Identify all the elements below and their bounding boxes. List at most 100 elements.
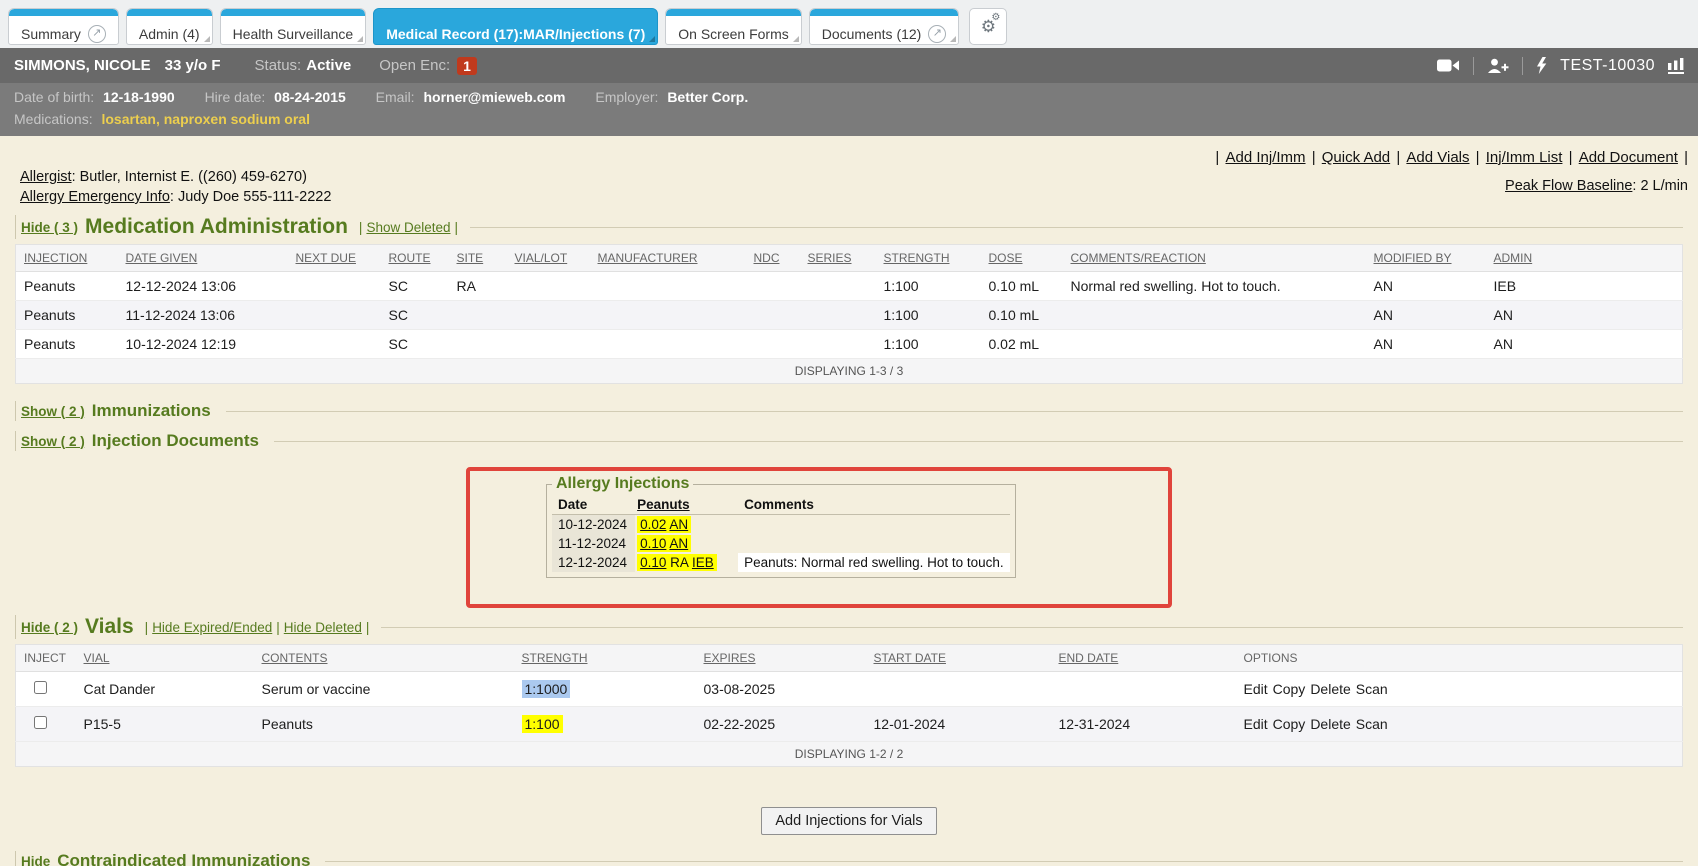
col-ndc[interactable]: NDC (746, 245, 800, 272)
patient-id: TEST-10030 (1560, 57, 1655, 75)
dose-link[interactable]: 0.10 (640, 555, 666, 570)
cell-ndc (746, 330, 800, 359)
col-next-due[interactable]: NEXT DUE (288, 245, 381, 272)
open-encounter-badge[interactable]: 1 (457, 57, 477, 75)
edit-action[interactable]: Edit (1244, 716, 1268, 732)
add-document-link[interactable]: Add Document (1579, 149, 1678, 166)
col-dose[interactable]: DOSE (981, 245, 1063, 272)
lightning-bolt-icon[interactable] (1536, 57, 1547, 74)
cell-strength: 1:100 (876, 330, 981, 359)
med-admin-hide-toggle[interactable]: Hide ( 3 ) (21, 220, 78, 235)
allergy-date: 11-12-2024 (552, 534, 635, 553)
allergy-col-peanuts-link[interactable]: Peanuts (637, 497, 690, 512)
tab-health-surveillance[interactable]: Health Surveillance (220, 8, 367, 45)
bar-chart-icon[interactable] (1668, 58, 1684, 74)
tab-color-strip (9, 9, 118, 16)
patient-name: SIMMONS, NICOLE (14, 57, 151, 74)
delete-action[interactable]: Delete (1310, 681, 1350, 697)
add-person-icon[interactable] (1487, 58, 1509, 74)
col-inject: INJECT (16, 645, 76, 672)
cell-manufacturer (590, 301, 746, 330)
separator: | (1312, 149, 1316, 166)
tab-summary[interactable]: Summary ↗ (8, 8, 119, 45)
admin-initials-link[interactable]: AN (669, 517, 688, 532)
tab-label: On Screen Forms (678, 26, 788, 42)
delete-action[interactable]: Delete (1310, 716, 1350, 732)
cell-modified-by: AN (1366, 330, 1486, 359)
hide-expired-ended-link[interactable]: Hide Expired/Ended (152, 620, 272, 635)
settings-button[interactable]: ⚙︎ ⚙︎ (969, 8, 1007, 45)
col-route[interactable]: ROUTE (381, 245, 449, 272)
cell-admin: AN (1486, 301, 1683, 330)
separator: | (366, 620, 370, 635)
col-strength[interactable]: STRENGTH (514, 645, 696, 672)
popout-icon[interactable]: ↗ (88, 25, 106, 43)
allergy-comment: Peanuts: Normal red swelling. Hot to tou… (738, 553, 1010, 572)
inject-checkbox[interactable] (34, 681, 47, 694)
dob-label: Date of birth: (14, 89, 94, 105)
contraindicated-hide-toggle[interactable]: Hide (21, 854, 50, 866)
col-manufacturer[interactable]: MANUFACTURER (590, 245, 746, 272)
divider (1473, 57, 1474, 75)
col-vial-lot[interactable]: VIAL/LOT (507, 245, 590, 272)
col-expires[interactable]: EXPIRES (696, 645, 866, 672)
add-vials-link[interactable]: Add Vials (1406, 149, 1469, 166)
allergy-emergency-link[interactable]: Allergy Emergency Info (20, 189, 170, 205)
admin-initials-link[interactable]: AN (669, 536, 688, 551)
scan-action[interactable]: Scan (1356, 716, 1388, 732)
col-comments-reaction[interactable]: COMMENTS/REACTION (1063, 245, 1366, 272)
cell-series (800, 330, 876, 359)
copy-action[interactable]: Copy (1273, 716, 1306, 732)
col-start-date[interactable]: START DATE (866, 645, 1051, 672)
quick-add-link[interactable]: Quick Add (1322, 149, 1390, 166)
peak-flow-baseline-link[interactable]: Peak Flow Baseline (1505, 178, 1632, 194)
popout-icon[interactable]: ↗ (928, 25, 946, 43)
col-admin[interactable]: ADMIN (1486, 245, 1683, 272)
cell-date-given: 10-12-2024 12:19 (118, 330, 288, 359)
med-admin-table: INJECTION DATE GIVEN NEXT DUE ROUTE SITE… (15, 244, 1683, 384)
injection-documents-show-toggle[interactable]: Show ( 2 ) (21, 434, 85, 449)
show-deleted-link[interactable]: Show Deleted (366, 220, 450, 235)
col-strength[interactable]: STRENGTH (876, 245, 981, 272)
video-camera-icon[interactable] (1437, 58, 1460, 73)
tab-color-strip (810, 9, 959, 16)
section-rule (274, 441, 1683, 442)
col-site[interactable]: SITE (449, 245, 507, 272)
section-rule (325, 861, 1683, 862)
hide-deleted-link[interactable]: Hide Deleted (284, 620, 362, 635)
cell-dose: 0.10 mL (981, 272, 1063, 301)
dose-link[interactable]: 0.02 (640, 517, 666, 532)
tab-admin[interactable]: Admin (4) (126, 8, 213, 45)
vials-hide-toggle[interactable]: Hide ( 2 ) (21, 620, 78, 635)
gears-icon-small: ⚙︎ (991, 13, 1000, 23)
dose-link[interactable]: 0.10 (640, 536, 666, 551)
col-injection[interactable]: INJECTION (16, 245, 118, 272)
table-row: P15-5 Peanuts 1:100 02-22-2025 12-01-202… (16, 707, 1683, 742)
add-injections-for-vials-button[interactable]: Add Injections for Vials (761, 807, 936, 835)
tab-documents[interactable]: Documents (12) ↗ (809, 8, 960, 45)
immunizations-show-toggle[interactable]: Show ( 2 ) (21, 404, 85, 419)
allergist-link[interactable]: Allergist (20, 169, 72, 185)
col-end-date[interactable]: END DATE (1051, 645, 1236, 672)
inject-checkbox[interactable] (34, 716, 47, 729)
med-admin-paging-status: DISPLAYING 1-3 / 3 (16, 359, 1683, 384)
divider (1522, 57, 1523, 75)
vials-header-row: INJECT VIAL CONTENTS STRENGTH EXPIRES ST… (16, 645, 1683, 672)
tab-medical-record-active[interactable]: Medical Record (17):MAR/Injections (7) (373, 8, 658, 45)
col-date-given[interactable]: DATE GIVEN (118, 245, 288, 272)
tab-on-screen-forms[interactable]: On Screen Forms (665, 8, 801, 45)
add-inj-imm-link[interactable]: Add Inj/Imm (1225, 149, 1305, 166)
edit-action[interactable]: Edit (1244, 681, 1268, 697)
copy-action[interactable]: Copy (1273, 681, 1306, 697)
separator: | (359, 220, 363, 235)
inj-imm-list-link[interactable]: Inj/Imm List (1486, 149, 1563, 166)
medications-list[interactable]: losartan, naproxen sodium oral (101, 111, 310, 127)
admin-initials-link[interactable]: IEB (692, 555, 714, 570)
allergy-emergency-value: : Judy Doe 555-111-2222 (170, 189, 332, 205)
col-modified-by[interactable]: MODIFIED BY (1366, 245, 1486, 272)
col-vial[interactable]: VIAL (76, 645, 254, 672)
col-series[interactable]: SERIES (800, 245, 876, 272)
status-value: Active (306, 57, 351, 74)
scan-action[interactable]: Scan (1356, 681, 1388, 697)
col-contents[interactable]: CONTENTS (254, 645, 514, 672)
